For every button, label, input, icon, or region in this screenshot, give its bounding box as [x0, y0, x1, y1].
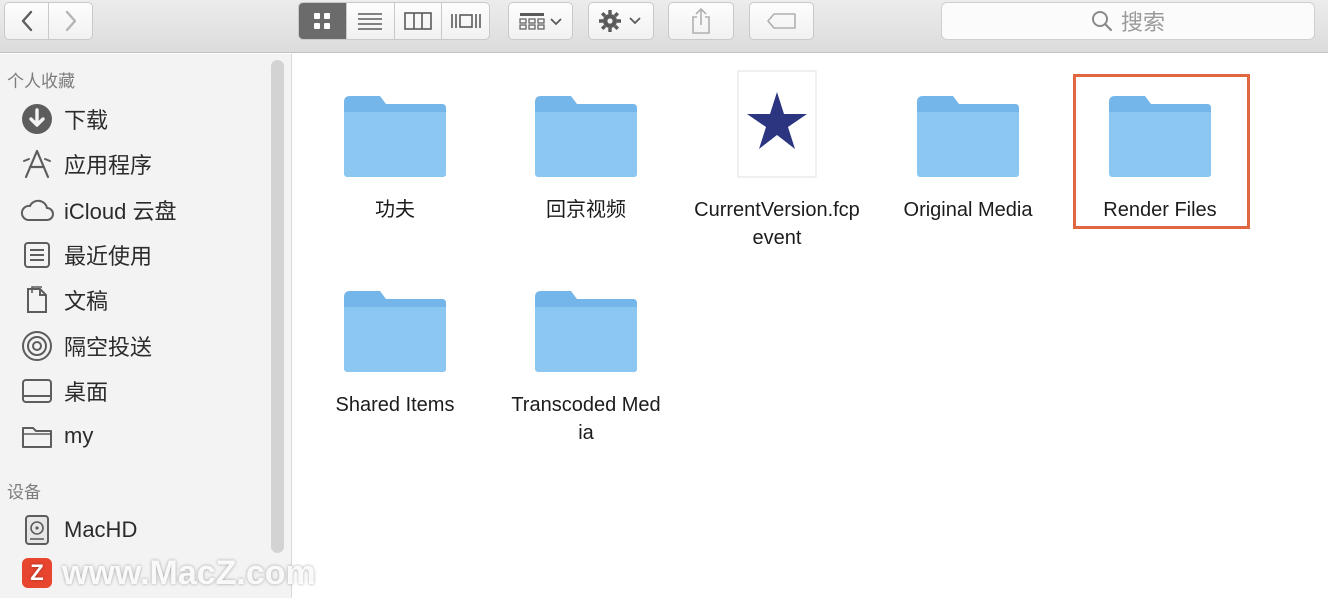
file-name: CurrentVersion.fcpevent: [694, 199, 860, 249]
folder-icon: [526, 263, 646, 373]
folder-icon: [335, 68, 455, 178]
folder-icon: [526, 68, 646, 178]
sidebar: 个人收藏 下载 应用程序 iCloud 云盘 最近使用 文稿 隔空投送 桌面 m…: [0, 54, 292, 598]
arrange-icon: [518, 13, 562, 30]
sidebar-item-label: 最近使用: [64, 244, 153, 269]
file-name: 回京视频: [546, 199, 626, 221]
share-button[interactable]: [668, 2, 734, 40]
list-view-button[interactable]: [345, 3, 394, 39]
search-field[interactable]: 搜索: [941, 2, 1315, 40]
sidebar-item-downloads[interactable]: 下载: [20, 99, 270, 139]
search-icon: [1091, 11, 1113, 32]
sidebar-section-favorites: 个人收藏: [7, 72, 75, 91]
recents-icon: [20, 238, 54, 272]
download-icon: [20, 102, 54, 136]
file-name: Transcoded Media: [511, 394, 661, 444]
applications-icon: [20, 147, 54, 181]
search-placeholder: 搜索: [1120, 10, 1165, 35]
folder-icon: [335, 263, 455, 373]
sidebar-item-airdrop[interactable]: 隔空投送: [20, 326, 270, 366]
arrange-button[interactable]: [508, 2, 573, 40]
list-view-icon: [358, 13, 383, 30]
chevron-right-icon: [65, 10, 76, 32]
sidebar-item-label: 文稿: [64, 289, 109, 314]
watermark-text: www.MacZ.com: [62, 553, 316, 592]
gallery-view-icon: [450, 14, 481, 28]
sidebar-item-recents[interactable]: 最近使用: [20, 235, 270, 275]
icon-view-button[interactable]: [299, 3, 346, 39]
sidebar-item-label: my: [64, 423, 94, 448]
fcpevent-document-icon: [717, 68, 837, 178]
action-menu-button[interactable]: [588, 2, 654, 40]
tags-button[interactable]: [749, 2, 814, 40]
sidebar-item-label: 桌面: [64, 380, 109, 405]
tag-icon: [766, 13, 796, 29]
sidebar-item-applications[interactable]: 应用程序: [20, 144, 270, 184]
sidebar-item-label: 下载: [64, 108, 109, 133]
documents-icon: [20, 283, 54, 317]
folder-item[interactable]: 功夫: [307, 68, 483, 224]
sidebar-item-desktop[interactable]: 桌面: [20, 371, 270, 411]
column-view-icon: [404, 12, 432, 30]
folder-item[interactable]: Original Media: [880, 68, 1056, 224]
sidebar-item-label: 应用程序: [64, 153, 153, 178]
navigation-buttons: [4, 2, 93, 40]
folder-icon: [20, 419, 54, 453]
file-name: Shared Items: [335, 394, 455, 416]
sidebar-item-my[interactable]: my: [20, 416, 270, 456]
sidebar-item-label: MacHD: [64, 517, 138, 542]
harddisk-icon: [20, 513, 54, 547]
sidebar-item-machd[interactable]: MacHD: [20, 510, 270, 550]
file-name: 功夫: [375, 199, 415, 221]
column-view-button[interactable]: [393, 3, 442, 39]
forward-button[interactable]: [48, 3, 92, 39]
back-button[interactable]: [5, 3, 48, 39]
gallery-view-button[interactable]: [441, 3, 489, 39]
toolbar: 搜索: [0, 0, 1328, 53]
view-mode-selector: [298, 2, 490, 40]
watermark: Z www.MacZ.com: [22, 553, 316, 593]
chevron-left-icon: [21, 10, 32, 32]
document-item[interactable]: CurrentVersion.fcpevent: [689, 68, 865, 252]
share-icon: [692, 7, 710, 34]
sidebar-scrollbar[interactable]: [271, 60, 284, 553]
folder-item[interactable]: Shared Items: [307, 263, 483, 419]
folder-item[interactable]: Transcoded Media: [498, 263, 674, 447]
file-grid: 功夫 回京视频 CurrentVersion.fcpevent Original…: [293, 54, 1328, 598]
desktop-icon: [20, 374, 54, 408]
sidebar-item-label: 隔空投送: [64, 335, 153, 360]
gear-icon: [599, 10, 641, 32]
icon-view-icon: [314, 13, 331, 29]
sidebar-item-icloud[interactable]: iCloud 云盘: [20, 190, 270, 230]
highlight-box: [1073, 74, 1250, 229]
airdrop-icon: [20, 329, 54, 363]
folder-icon: [908, 68, 1028, 178]
sidebar-section-devices: 设备: [7, 483, 41, 502]
file-name: Original Media: [903, 199, 1033, 221]
folder-item[interactable]: 回京视频: [498, 68, 674, 224]
watermark-logo: Z: [22, 558, 52, 588]
sidebar-item-documents[interactable]: 文稿: [20, 280, 270, 320]
cloud-icon: [20, 193, 54, 227]
sidebar-item-label: iCloud 云盘: [64, 199, 177, 224]
